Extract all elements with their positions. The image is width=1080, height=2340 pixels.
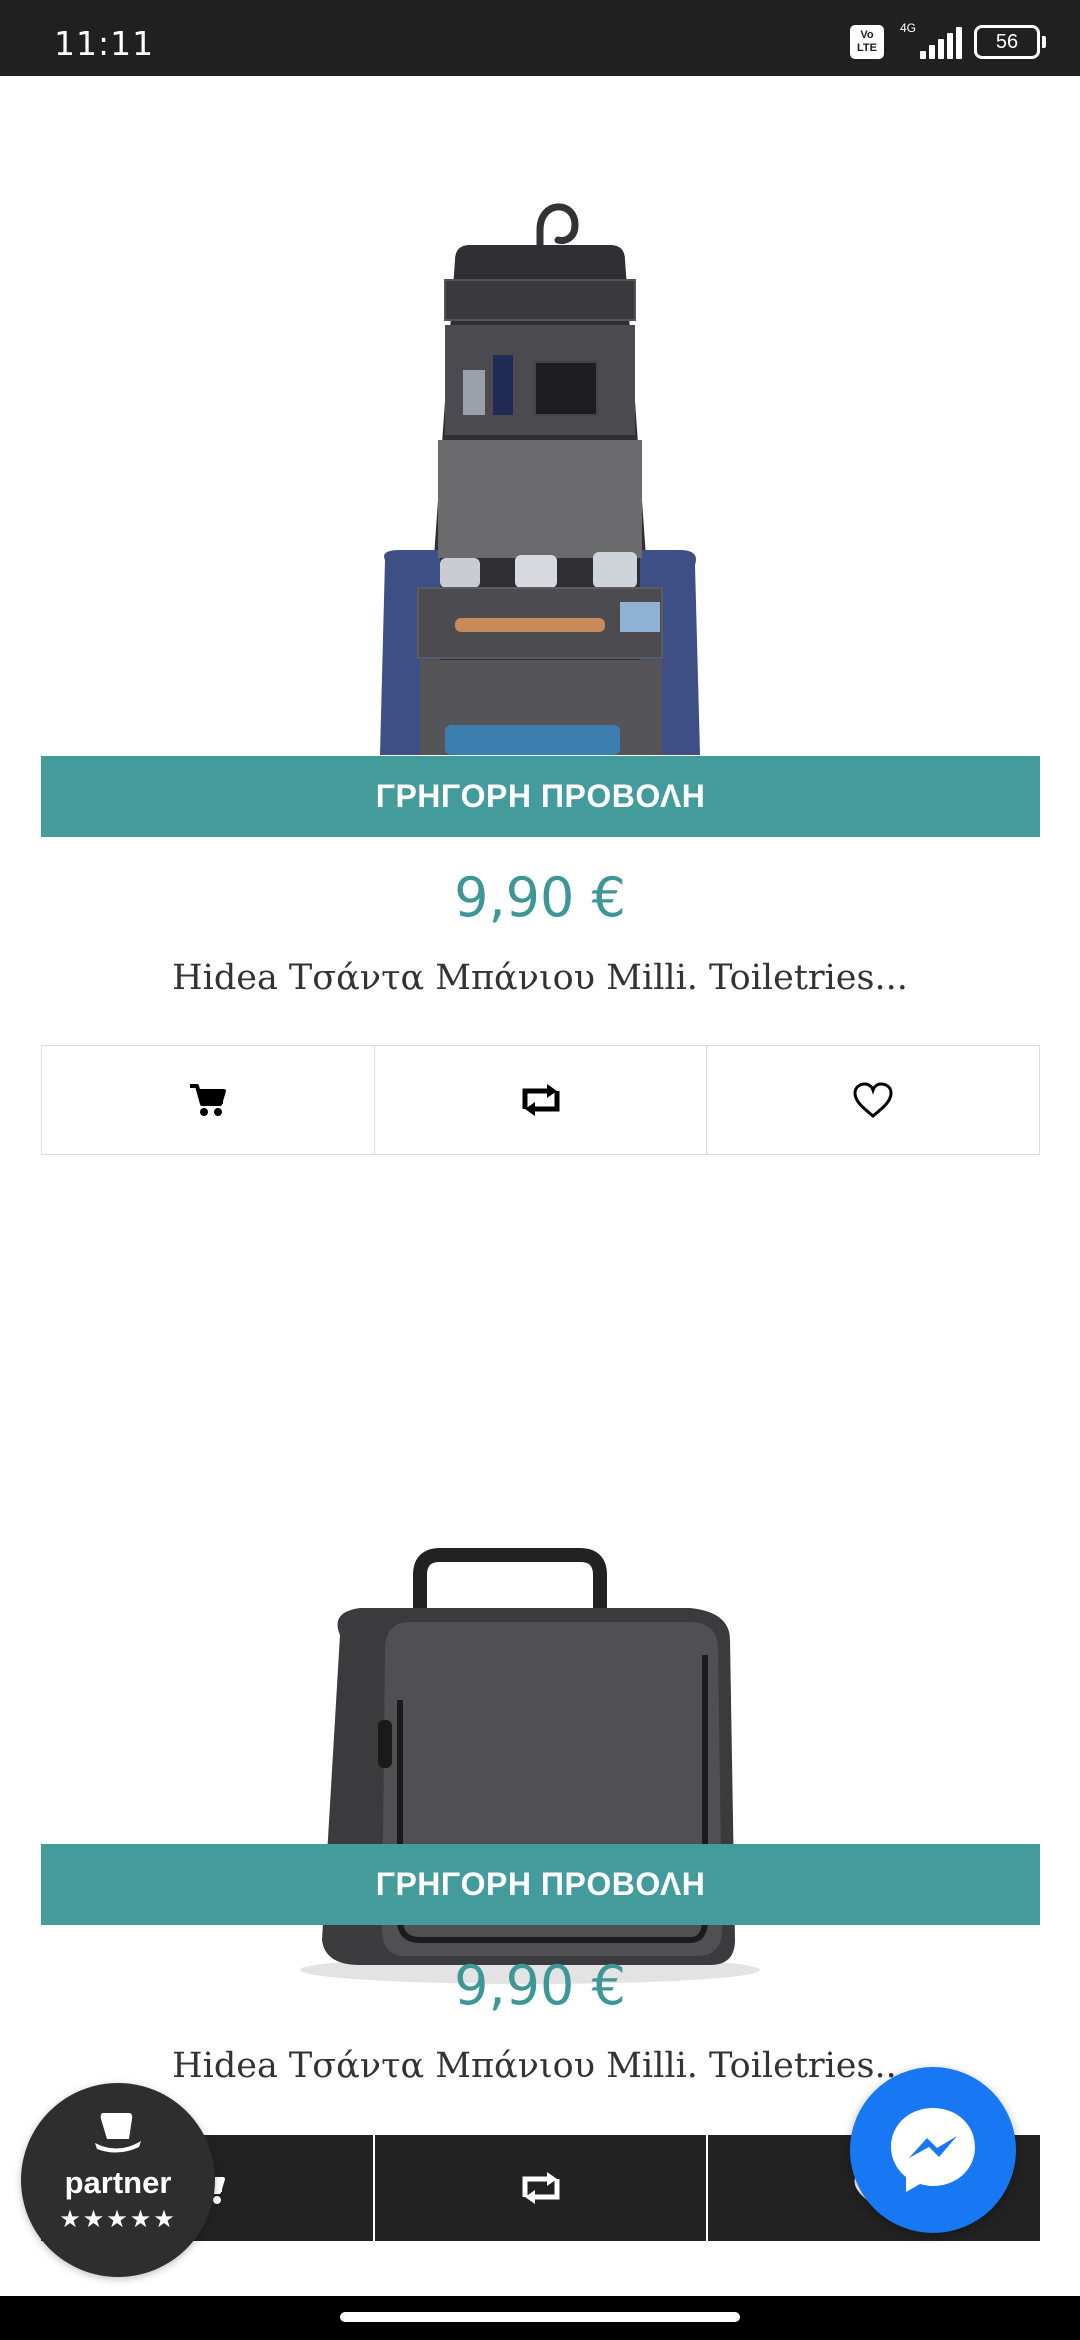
rating-stars: ★★★★★ (59, 2205, 177, 2233)
navigation-bar (0, 2296, 1080, 2340)
compare-button[interactable] (372, 2135, 707, 2241)
heart-icon (853, 1082, 893, 1118)
top-hat-icon (95, 2113, 141, 2153)
messenger-icon (891, 2108, 975, 2192)
quick-view-button[interactable]: ΓΡΗΓΟΡΗ ΠΡΟΒΟΛΗ (41, 1844, 1040, 1925)
messenger-chat-button[interactable] (850, 2067, 1016, 2233)
product-card: ΓΡΗΓΟΡΗ ΠΡΟΒΟΛΗ 9,90 € Hidea Τσάντα Μπάν… (0, 0, 1080, 1200)
add-to-cart-button[interactable] (42, 1046, 374, 1154)
cart-icon (189, 1084, 226, 1116)
partner-badge[interactable]: partner ★★★★★ (21, 2083, 215, 2277)
wishlist-button[interactable] (706, 1046, 1039, 1154)
partner-label: partner (64, 2165, 172, 2200)
quick-view-button[interactable]: ΓΡΗΓΟΡΗ ΠΡΟΒΟΛΗ (41, 756, 1040, 837)
product-actions (41, 1045, 1040, 1155)
product-price: 9,90 € (454, 866, 626, 929)
product-title[interactable]: Hidea Τσάντα Μπάνιου Milli. Toiletries..… (0, 958, 1080, 998)
compare-icon (522, 2172, 559, 2204)
home-indicator[interactable] (340, 2312, 740, 2322)
product-image[interactable] (0, 190, 1080, 755)
compare-icon (522, 1084, 559, 1116)
product-price: 9,90 € (454, 1954, 626, 2017)
compare-button[interactable] (373, 1046, 707, 1154)
